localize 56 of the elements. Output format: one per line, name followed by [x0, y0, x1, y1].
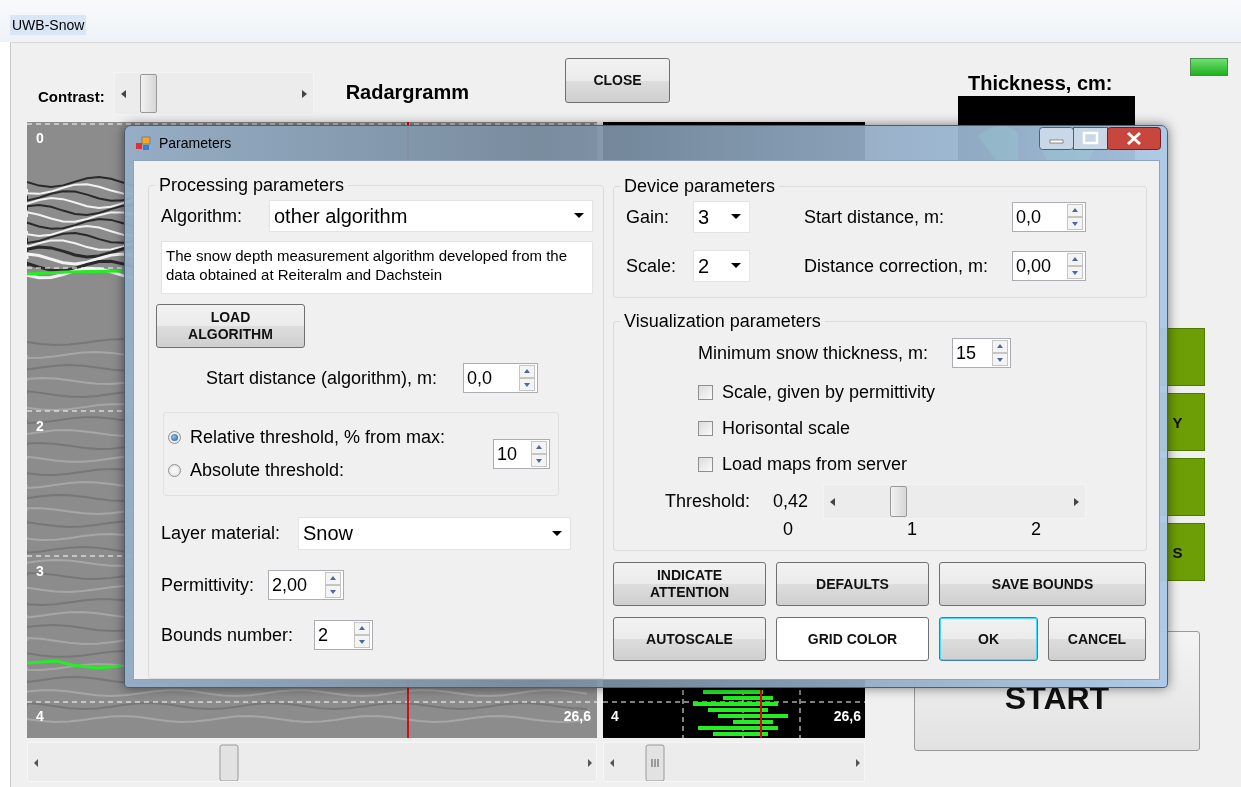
close-button[interactable]: CLOSE — [565, 58, 671, 103]
distance-label: 26,6 — [833, 708, 861, 724]
ok-button[interactable]: OK — [939, 617, 1038, 661]
spin-box[interactable]: 2 — [314, 620, 373, 650]
field-label: Scale: — [626, 255, 678, 277]
tick-label: 2 — [1030, 519, 1041, 540]
spin-box[interactable]: 0,00 — [1012, 251, 1086, 281]
field-label: Threshold: — [665, 491, 752, 512]
depth-label: 4 — [611, 708, 619, 724]
group-title: Device parameters — [623, 176, 777, 197]
group-title: Visualization parameters — [623, 311, 822, 332]
defaults-button[interactable]: DEFAULTS — [776, 562, 929, 606]
indicate-attention-button[interactable]: INDICATE ATTENTION — [613, 562, 766, 606]
depth-label: 3 — [36, 563, 44, 579]
depth-label: 2 — [36, 418, 44, 434]
spin-box[interactable]: 15 — [952, 338, 1011, 368]
checkbox-label: Load maps from server — [722, 454, 908, 475]
save-bounds-button[interactable]: SAVE BOUNDS — [939, 562, 1146, 606]
radio-label: Absolute threshold: — [190, 460, 345, 481]
contrast-label: Contrast: — [38, 88, 105, 105]
radio-label: Relative threshold, % from max: — [190, 427, 446, 448]
dropdown[interactable]: 3 — [693, 201, 750, 233]
spin-box[interactable]: 0,0 — [463, 363, 538, 393]
tick-label: 1 — [907, 519, 917, 540]
autoscale-button[interactable]: AUTOSCALE — [613, 617, 766, 661]
field-label: Bounds number: — [161, 624, 295, 646]
spin-box[interactable]: 10 — [493, 439, 550, 469]
field-label: Start distance (algorithm), m: — [206, 367, 439, 389]
value-label: 0,42 — [773, 491, 810, 512]
dropdown[interactable]: Snow — [298, 517, 571, 550]
field-label: Layer material: — [161, 523, 282, 544]
dialog-title: Parameters — [159, 135, 232, 151]
grid-color-button[interactable]: GRID COLOR — [776, 617, 929, 661]
field-label: Distance correction, m: — [804, 255, 990, 277]
field-label: Permittivity: — [161, 574, 255, 596]
dropdown[interactable]: 2 — [693, 250, 750, 282]
description-text: The snow depth measurement algorithm developed from the data obtained at Reiteralm and Dachstein — [161, 241, 593, 294]
field-label: Minimum snow thickness, m: — [698, 342, 930, 364]
spin-box[interactable]: 2,00 — [268, 570, 344, 600]
depth-label: 4 — [36, 708, 44, 724]
checkbox-label: Horisontal scale — [722, 418, 851, 439]
depth-label: 0 — [36, 130, 44, 146]
field-label: Start distance, m: — [804, 206, 946, 228]
field-label: Gain: — [626, 206, 671, 228]
field-label: Algorithm: — [161, 205, 244, 227]
cancel-button[interactable]: CANCEL — [1048, 617, 1146, 661]
spin-box[interactable]: 0,0 — [1012, 202, 1086, 232]
dropdown[interactable]: other algorithm — [269, 200, 593, 232]
checkbox-label: Scale, given by permittivity — [722, 382, 936, 403]
radargram-title: Radargramm — [345, 81, 470, 104]
window-title: UWB-Snow — [10, 15, 87, 35]
group-title: Processing parameters — [158, 175, 346, 196]
thickness-label: Thickness, cm: — [968, 72, 1114, 95]
distance-label: 26,6 — [563, 708, 591, 724]
load-algorithm-button[interactable]: LOAD ALGORITHM — [156, 304, 305, 348]
tick-label: 0 — [783, 519, 793, 540]
